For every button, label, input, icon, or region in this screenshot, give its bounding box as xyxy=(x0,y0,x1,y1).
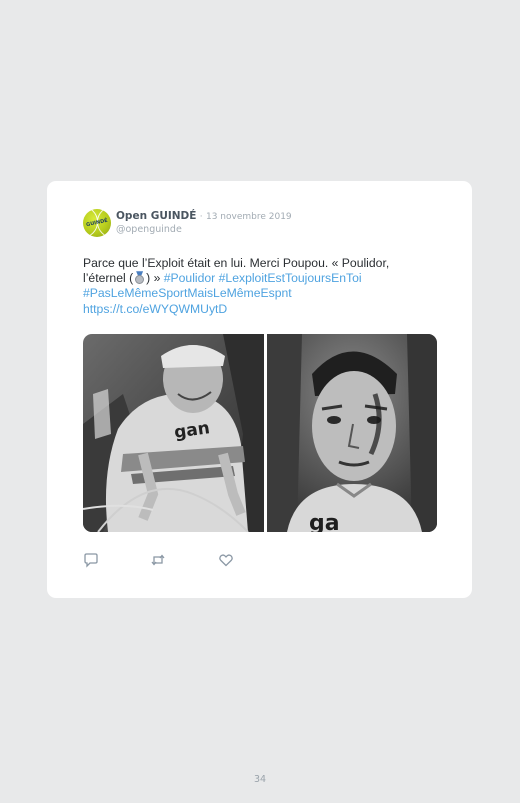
author-name[interactable]: Open GUINDÉ xyxy=(116,210,196,222)
second-place-medal-icon xyxy=(134,271,145,285)
retweet-icon[interactable] xyxy=(150,552,166,568)
author-handle[interactable]: @openguinde xyxy=(116,224,182,235)
jersey-text: ga xyxy=(309,511,340,532)
hashtag-link[interactable]: #Poulidor xyxy=(164,271,216,285)
page-number: 34 xyxy=(253,774,267,785)
tweet-text-line: Parce que l’Exploit était en lui. Merci … xyxy=(83,256,390,270)
photo-cyclist-portrait[interactable]: ga xyxy=(267,334,437,532)
media-grid: gan ga xyxy=(83,334,437,532)
header-separator: · xyxy=(199,212,203,222)
tweet-text-line: l’éternel ( ) » #Poulidor #LexploitEstTou… xyxy=(83,271,433,286)
tweet-text: Parce que l’Exploit était en lui. Merci … xyxy=(83,256,433,317)
heart-icon[interactable] xyxy=(218,552,234,568)
photo-cyclist-racing[interactable]: gan xyxy=(83,334,264,532)
avatar[interactable]: GUINDÉ xyxy=(83,209,111,237)
tweet-card: GUINDÉ Open GUINDÉ · 13 novembre 2019 @o… xyxy=(47,181,472,598)
tweet-header: Open GUINDÉ · 13 novembre 2019 xyxy=(116,210,292,222)
tweet-text-fragment: ) » xyxy=(146,271,161,286)
hashtag-link[interactable]: #PasLeMêmeSportMaisLeMêmeEspnt xyxy=(83,286,292,300)
tweet-text-line: https://t.co/eWYQWMUytD xyxy=(83,302,433,317)
tweet-text-fragment: l’éternel ( xyxy=(83,271,134,286)
hashtag-link[interactable]: #LexploitEstToujoursEnToi xyxy=(219,271,362,285)
url-link[interactable]: https://t.co/eWYQWMUytD xyxy=(83,302,227,316)
tweet-date[interactable]: 13 novembre 2019 xyxy=(206,212,292,222)
tweet-text-line: #PasLeMêmeSportMaisLeMêmeEspnt xyxy=(83,286,433,301)
reply-icon[interactable] xyxy=(83,552,99,568)
